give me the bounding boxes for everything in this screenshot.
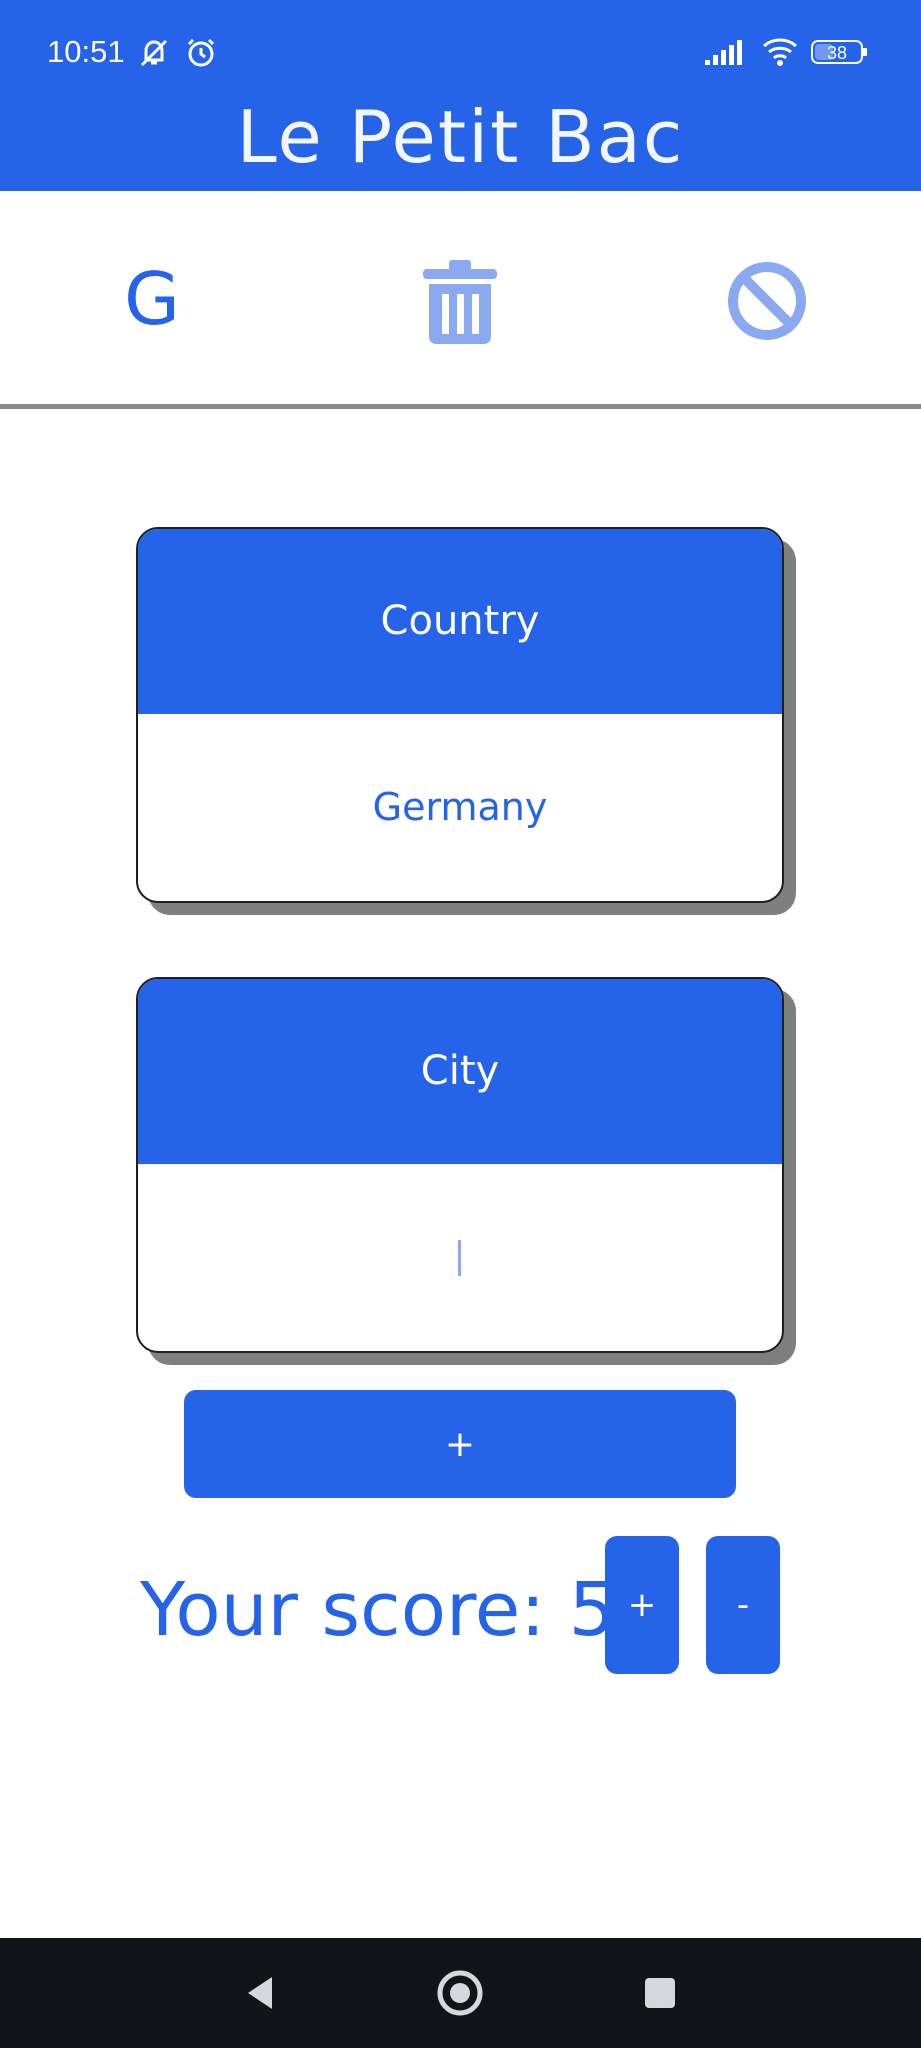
app-header: 10:51 38 Le Petit Bac bbox=[0, 0, 921, 191]
trash-icon[interactable] bbox=[415, 256, 505, 346]
score-label: Your score: 5 bbox=[140, 1567, 616, 1653]
category-card: City bbox=[136, 977, 784, 1353]
recents-icon[interactable] bbox=[630, 1963, 690, 2023]
text-cursor bbox=[458, 1240, 461, 1276]
alarm-icon bbox=[187, 38, 215, 67]
app-screen: 10:51 38 Le Petit Bac G Country Germany … bbox=[0, 0, 921, 2048]
toolbar: G bbox=[0, 191, 921, 409]
card-answer-input[interactable] bbox=[138, 1164, 782, 1351]
status-bar: 10:51 38 bbox=[0, 0, 921, 100]
home-icon[interactable] bbox=[430, 1963, 490, 2023]
navigation-bar bbox=[0, 1938, 921, 2048]
card-answer[interactable]: Germany bbox=[138, 714, 782, 901]
back-icon[interactable] bbox=[230, 1963, 290, 2023]
wifi-icon bbox=[763, 38, 797, 66]
mute-icon bbox=[140, 39, 168, 67]
card-category: City bbox=[138, 979, 782, 1164]
status-time: 10:51 bbox=[47, 34, 125, 69]
block-icon[interactable] bbox=[722, 256, 812, 346]
decrement-score-button[interactable]: - bbox=[706, 1536, 780, 1674]
card-category: Country bbox=[138, 529, 782, 714]
app-title: Le Petit Bac bbox=[236, 95, 685, 179]
add-category-button[interactable]: + bbox=[184, 1390, 736, 1498]
current-letter[interactable]: G bbox=[112, 249, 192, 349]
battery-level: 38 bbox=[826, 43, 848, 63]
signal-icon bbox=[705, 40, 742, 65]
category-card: Country Germany bbox=[136, 527, 784, 903]
increment-score-button[interactable]: + bbox=[605, 1536, 679, 1674]
